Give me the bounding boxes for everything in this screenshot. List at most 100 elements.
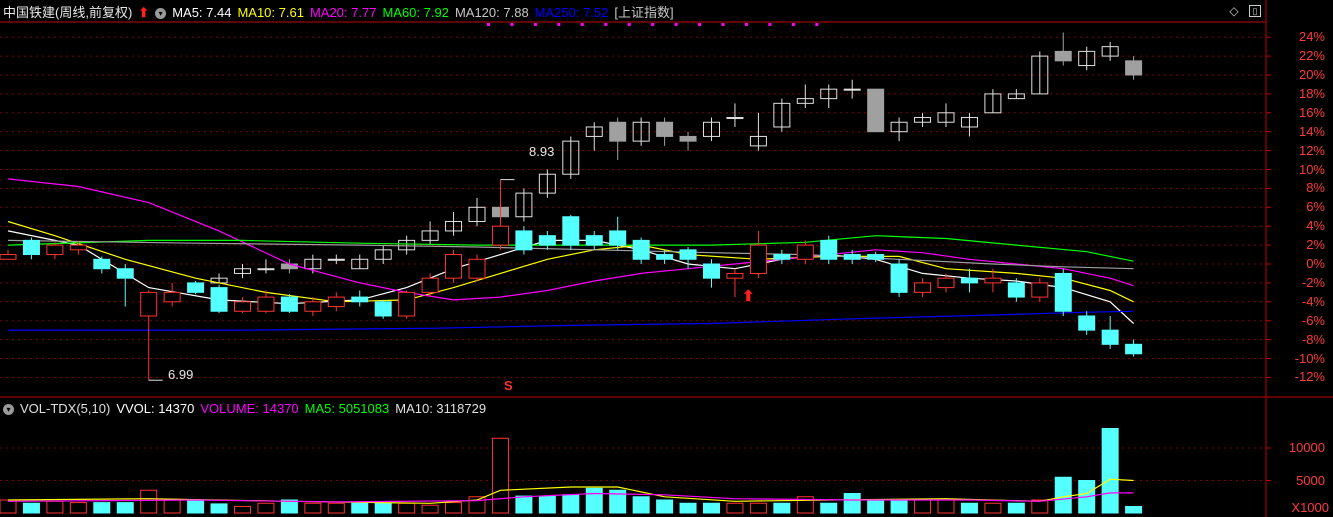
volume-bar bbox=[749, 502, 767, 514]
volume-bar bbox=[960, 502, 978, 514]
price-tick-label: 0% bbox=[1306, 256, 1325, 271]
up-arrow-icon[interactable]: ⬆ bbox=[138, 3, 149, 23]
stock-candle-body bbox=[163, 291, 181, 303]
volume-bar bbox=[984, 502, 1002, 514]
ma5-label: MA5: 7.44 bbox=[172, 5, 232, 20]
stock-candle-body bbox=[0, 254, 17, 260]
stock-candle-body bbox=[304, 301, 322, 312]
low-price-annotation: 6.99 bbox=[168, 367, 194, 382]
period-marker-dot bbox=[768, 23, 772, 26]
index-candle-body bbox=[609, 121, 627, 142]
index-candle-body bbox=[280, 263, 298, 270]
stock-candle-body bbox=[1054, 272, 1072, 312]
index-candle-body bbox=[726, 117, 744, 120]
volume-bar bbox=[867, 499, 885, 514]
volume-label: VOLUME: 14370 bbox=[200, 401, 299, 416]
volume-bar bbox=[1054, 476, 1072, 514]
volume-bar bbox=[1031, 499, 1049, 514]
stock-chart-window: 中国铁建(周线,前复权) ⬆ ▾ MA5: 7.44 MA10: 7.61 MA… bbox=[0, 0, 1333, 517]
volume-bar bbox=[632, 496, 650, 514]
stock-candle-body bbox=[679, 249, 697, 260]
volume-bar bbox=[843, 493, 861, 514]
vvol-label: VVOL: 14370 bbox=[116, 401, 195, 416]
volume-bar bbox=[890, 499, 908, 514]
volume-bar bbox=[93, 502, 111, 514]
stock-candle-body bbox=[538, 235, 556, 246]
period-marker-dot bbox=[487, 23, 490, 26]
period-marker-dot bbox=[651, 23, 655, 26]
volume-bar bbox=[257, 502, 275, 514]
chart-title: 中国铁建(周线,前复权) bbox=[3, 5, 133, 20]
stock-candle-body bbox=[445, 254, 463, 279]
period-marker-dot bbox=[604, 23, 608, 26]
stock-candle-body bbox=[703, 263, 720, 279]
ma60-label: MA60: 7.92 bbox=[382, 5, 449, 20]
stock-candle-body bbox=[820, 239, 838, 260]
stock-candle-body bbox=[280, 296, 298, 312]
stock-candle-body bbox=[257, 296, 275, 312]
volume-menu-icon[interactable]: ▾ bbox=[3, 403, 14, 415]
price-tick-label: 4% bbox=[1306, 218, 1325, 234]
price-tick-label: 2% bbox=[1306, 237, 1325, 253]
price-tick-label: 20% bbox=[1298, 67, 1325, 82]
stock-candle-body bbox=[890, 263, 908, 293]
period-marker-dot bbox=[533, 23, 537, 26]
volume-bar bbox=[69, 502, 87, 514]
volume-bar bbox=[0, 499, 17, 514]
stock-candle-body bbox=[46, 244, 64, 256]
volume-bar bbox=[1101, 428, 1119, 514]
stock-candle-body bbox=[1031, 282, 1049, 298]
price-tick-label: 24% bbox=[1298, 29, 1325, 45]
volume-bar bbox=[468, 496, 486, 514]
volume-bar bbox=[304, 502, 322, 514]
period-marker-dot bbox=[815, 23, 819, 26]
stock-candle-body bbox=[351, 296, 369, 303]
indicator-menu-icon[interactable]: ▾ bbox=[155, 7, 167, 19]
buy-signal-arrow-icon: ⬆ bbox=[742, 288, 755, 305]
volume-bar bbox=[679, 502, 697, 514]
volume-bar bbox=[491, 437, 509, 514]
stock-candle-body bbox=[491, 225, 509, 246]
stock-candle-body bbox=[656, 254, 674, 260]
volume-bar bbox=[398, 502, 416, 514]
period-marker-dot bbox=[744, 23, 748, 26]
volume-bar bbox=[538, 495, 556, 514]
volume-bar bbox=[656, 499, 674, 514]
volume-tick-label: 10000 bbox=[1288, 440, 1325, 455]
stock-candle-body bbox=[960, 277, 978, 284]
volume-bar bbox=[1007, 502, 1025, 514]
stock-candle-body bbox=[632, 239, 650, 260]
index-candle-body bbox=[1054, 50, 1072, 62]
volume-bar bbox=[116, 502, 134, 514]
period-marker-dot bbox=[791, 23, 795, 26]
stock-candle-body bbox=[210, 287, 228, 312]
stock-candle-body bbox=[234, 301, 251, 312]
stock-candle-body bbox=[93, 258, 111, 270]
diamond-icon[interactable]: ◇ bbox=[1228, 5, 1240, 17]
stock-candle-body bbox=[421, 277, 439, 293]
volume-bar bbox=[163, 499, 181, 514]
volume-bar bbox=[515, 495, 533, 514]
price-tick-label: 6% bbox=[1306, 199, 1325, 215]
stock-candle-body bbox=[374, 301, 392, 317]
price-tick-label: -10% bbox=[1294, 350, 1325, 366]
volume-bar bbox=[46, 500, 64, 514]
stock-candle-body bbox=[773, 254, 791, 260]
volume-bar bbox=[351, 502, 369, 514]
ma10-label: MA10: 7.61 bbox=[237, 5, 304, 20]
volume-bar bbox=[234, 506, 251, 514]
volume-bar bbox=[22, 502, 40, 514]
window-toggle-icon[interactable]: ▯ bbox=[1249, 5, 1261, 17]
stock-candle-body bbox=[937, 277, 955, 289]
vol-ma5-label: MA5: 5051083 bbox=[304, 401, 390, 416]
volume-bar bbox=[445, 502, 463, 514]
volume-bar bbox=[210, 503, 228, 514]
stock-candle-body bbox=[562, 216, 580, 246]
stock-candle-body bbox=[796, 244, 814, 260]
chart-canvas[interactable] bbox=[0, 0, 1333, 517]
index-candle-body bbox=[327, 258, 345, 261]
volume-header: ▾ VOL-TDX(5,10) VVOL: 14370 VOLUME: 1437… bbox=[0, 399, 492, 419]
price-tick-label: -8% bbox=[1301, 331, 1325, 347]
index-overlay-label[interactable]: [上证指数] bbox=[614, 3, 673, 23]
volume-bar bbox=[140, 489, 158, 514]
